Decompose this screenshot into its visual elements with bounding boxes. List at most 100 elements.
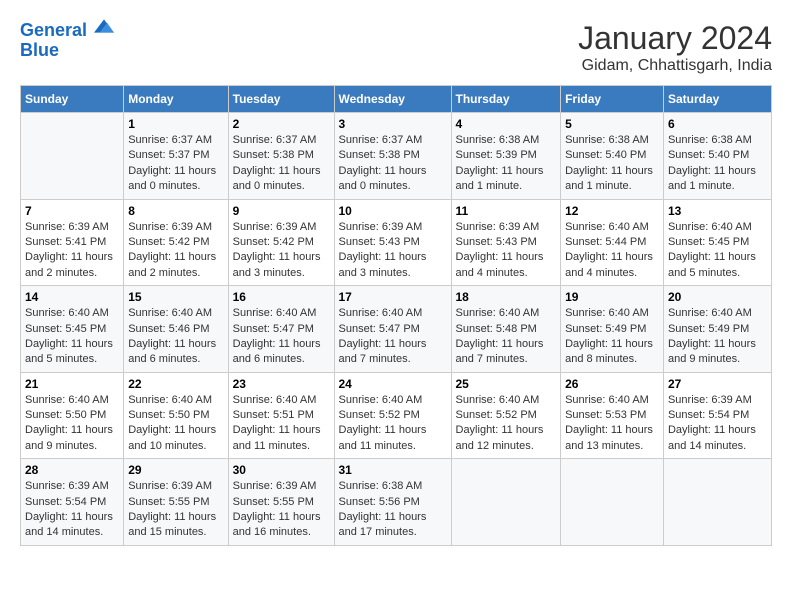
day-number: 12: [565, 204, 659, 218]
logo: General Blue: [20, 20, 114, 61]
day-number: 23: [233, 377, 330, 391]
day-info: Sunrise: 6:39 AM Sunset: 5:43 PM Dayligh…: [456, 220, 557, 282]
day-number: 9: [233, 204, 330, 218]
calendar-cell: [21, 113, 124, 200]
day-number: 2: [233, 117, 330, 131]
day-info: Sunrise: 6:39 AM Sunset: 5:41 PM Dayligh…: [25, 220, 119, 282]
calendar-cell: 28 Sunrise: 6:39 AM Sunset: 5:54 PM Dayli…: [21, 459, 124, 546]
day-number: 11: [456, 204, 557, 218]
day-info: Sunrise: 6:39 AM Sunset: 5:54 PM Dayligh…: [668, 393, 767, 455]
day-number: 8: [128, 204, 223, 218]
calendar-cell: 26 Sunrise: 6:40 AM Sunset: 5:53 PM Dayli…: [561, 372, 664, 459]
calendar-cell: 25Sunrise: 6:40 AM Sunset: 5:52 PM Dayli…: [451, 372, 561, 459]
day-number: 13: [668, 204, 767, 218]
calendar-cell: 12 Sunrise: 6:40 AM Sunset: 5:44 PM Dayli…: [561, 199, 664, 286]
calendar-header-row: SundayMondayTuesdayWednesdayThursdayFrid…: [21, 86, 772, 113]
day-info: Sunrise: 6:39 AM Sunset: 5:55 PM Dayligh…: [128, 479, 223, 541]
calendar-cell: 10Sunrise: 6:39 AM Sunset: 5:43 PM Dayli…: [334, 199, 451, 286]
day-info: Sunrise: 6:40 AM Sunset: 5:52 PM Dayligh…: [456, 393, 557, 455]
day-number: 27: [668, 377, 767, 391]
day-info: Sunrise: 6:40 AM Sunset: 5:53 PM Dayligh…: [565, 393, 659, 455]
day-info: Sunrise: 6:40 AM Sunset: 5:47 PM Dayligh…: [339, 306, 447, 368]
day-number: 31: [339, 463, 447, 477]
day-info: Sunrise: 6:40 AM Sunset: 5:49 PM Dayligh…: [565, 306, 659, 368]
day-number: 28: [25, 463, 119, 477]
day-info: Sunrise: 6:40 AM Sunset: 5:49 PM Dayligh…: [668, 306, 767, 368]
calendar-cell: 24 Sunrise: 6:40 AM Sunset: 5:52 PM Dayli…: [334, 372, 451, 459]
day-info: Sunrise: 6:40 AM Sunset: 5:44 PM Dayligh…: [565, 220, 659, 282]
day-number: 22: [128, 377, 223, 391]
day-info: Sunrise: 6:39 AM Sunset: 5:55 PM Dayligh…: [233, 479, 330, 541]
calendar-cell: 21 Sunrise: 6:40 AM Sunset: 5:50 PM Dayli…: [21, 372, 124, 459]
subtitle: Gidam, Chhattisgarh, India: [578, 57, 772, 75]
calendar-table: SundayMondayTuesdayWednesdayThursdayFrid…: [20, 85, 772, 546]
day-header-friday: Friday: [561, 86, 664, 113]
day-number: 4: [456, 117, 557, 131]
day-info: Sunrise: 6:38 AM Sunset: 5:40 PM Dayligh…: [565, 133, 659, 195]
page-header: General Blue January 2024 Gidam, Chhatti…: [20, 20, 772, 75]
day-info: Sunrise: 6:37 AM Sunset: 5:37 PM Dayligh…: [128, 133, 223, 195]
day-number: 24: [339, 377, 447, 391]
day-header-wednesday: Wednesday: [334, 86, 451, 113]
calendar-cell: 4Sunrise: 6:38 AM Sunset: 5:39 PM Daylig…: [451, 113, 561, 200]
day-info: Sunrise: 6:39 AM Sunset: 5:42 PM Dayligh…: [233, 220, 330, 282]
day-info: Sunrise: 6:40 AM Sunset: 5:46 PM Dayligh…: [128, 306, 223, 368]
day-number: 21: [25, 377, 119, 391]
day-header-sunday: Sunday: [21, 86, 124, 113]
main-title: January 2024: [578, 20, 772, 57]
day-info: Sunrise: 6:37 AM Sunset: 5:38 PM Dayligh…: [339, 133, 447, 195]
day-info: Sunrise: 6:40 AM Sunset: 5:48 PM Dayligh…: [456, 306, 557, 368]
day-number: 16: [233, 290, 330, 304]
calendar-cell: 15 Sunrise: 6:40 AM Sunset: 5:46 PM Dayli…: [124, 286, 228, 373]
day-info: Sunrise: 6:40 AM Sunset: 5:45 PM Dayligh…: [25, 306, 119, 368]
day-info: Sunrise: 6:39 AM Sunset: 5:42 PM Dayligh…: [128, 220, 223, 282]
day-info: Sunrise: 6:40 AM Sunset: 5:50 PM Dayligh…: [128, 393, 223, 455]
day-number: 6: [668, 117, 767, 131]
calendar-cell: 6 Sunrise: 6:38 AM Sunset: 5:40 PM Daylig…: [663, 113, 771, 200]
calendar-cell: 9 Sunrise: 6:39 AM Sunset: 5:42 PM Daylig…: [228, 199, 334, 286]
day-info: Sunrise: 6:37 AM Sunset: 5:38 PM Dayligh…: [233, 133, 330, 195]
day-number: 10: [339, 204, 447, 218]
day-info: Sunrise: 6:40 AM Sunset: 5:47 PM Dayligh…: [233, 306, 330, 368]
calendar-week-row: 21 Sunrise: 6:40 AM Sunset: 5:50 PM Dayli…: [21, 372, 772, 459]
calendar-cell: 2 Sunrise: 6:37 AM Sunset: 5:38 PM Daylig…: [228, 113, 334, 200]
day-number: 19: [565, 290, 659, 304]
calendar-cell: 7 Sunrise: 6:39 AM Sunset: 5:41 PM Daylig…: [21, 199, 124, 286]
calendar-week-row: 28 Sunrise: 6:39 AM Sunset: 5:54 PM Dayli…: [21, 459, 772, 546]
day-number: 20: [668, 290, 767, 304]
calendar-cell: 16 Sunrise: 6:40 AM Sunset: 5:47 PM Dayli…: [228, 286, 334, 373]
day-info: Sunrise: 6:38 AM Sunset: 5:56 PM Dayligh…: [339, 479, 447, 541]
calendar-cell: 13Sunrise: 6:40 AM Sunset: 5:45 PM Dayli…: [663, 199, 771, 286]
logo-blue: Blue: [20, 41, 114, 61]
day-number: 3: [339, 117, 447, 131]
day-header-monday: Monday: [124, 86, 228, 113]
calendar-cell: 22 Sunrise: 6:40 AM Sunset: 5:50 PM Dayli…: [124, 372, 228, 459]
day-number: 7: [25, 204, 119, 218]
day-info: Sunrise: 6:38 AM Sunset: 5:40 PM Dayligh…: [668, 133, 767, 195]
day-info: Sunrise: 6:40 AM Sunset: 5:52 PM Dayligh…: [339, 393, 447, 455]
calendar-cell: 19 Sunrise: 6:40 AM Sunset: 5:49 PM Dayli…: [561, 286, 664, 373]
day-info: Sunrise: 6:40 AM Sunset: 5:50 PM Dayligh…: [25, 393, 119, 455]
day-number: 26: [565, 377, 659, 391]
day-info: Sunrise: 6:39 AM Sunset: 5:54 PM Dayligh…: [25, 479, 119, 541]
day-info: Sunrise: 6:40 AM Sunset: 5:51 PM Dayligh…: [233, 393, 330, 455]
calendar-cell: [451, 459, 561, 546]
logo-text: General: [20, 20, 114, 41]
day-number: 18: [456, 290, 557, 304]
day-header-thursday: Thursday: [451, 86, 561, 113]
calendar-cell: 20 Sunrise: 6:40 AM Sunset: 5:49 PM Dayli…: [663, 286, 771, 373]
title-block: January 2024 Gidam, Chhattisgarh, India: [578, 20, 772, 75]
day-number: 17: [339, 290, 447, 304]
calendar-cell: 8 Sunrise: 6:39 AM Sunset: 5:42 PM Daylig…: [124, 199, 228, 286]
calendar-cell: 31 Sunrise: 6:38 AM Sunset: 5:56 PM Dayli…: [334, 459, 451, 546]
calendar-cell: 18 Sunrise: 6:40 AM Sunset: 5:48 PM Dayli…: [451, 286, 561, 373]
calendar-cell: 30 Sunrise: 6:39 AM Sunset: 5:55 PM Dayli…: [228, 459, 334, 546]
day-number: 14: [25, 290, 119, 304]
calendar-week-row: 14 Sunrise: 6:40 AM Sunset: 5:45 PM Dayli…: [21, 286, 772, 373]
calendar-cell: 3 Sunrise: 6:37 AM Sunset: 5:38 PM Daylig…: [334, 113, 451, 200]
day-header-saturday: Saturday: [663, 86, 771, 113]
day-number: 15: [128, 290, 223, 304]
day-number: 30: [233, 463, 330, 477]
calendar-cell: 29 Sunrise: 6:39 AM Sunset: 5:55 PM Dayli…: [124, 459, 228, 546]
day-number: 29: [128, 463, 223, 477]
